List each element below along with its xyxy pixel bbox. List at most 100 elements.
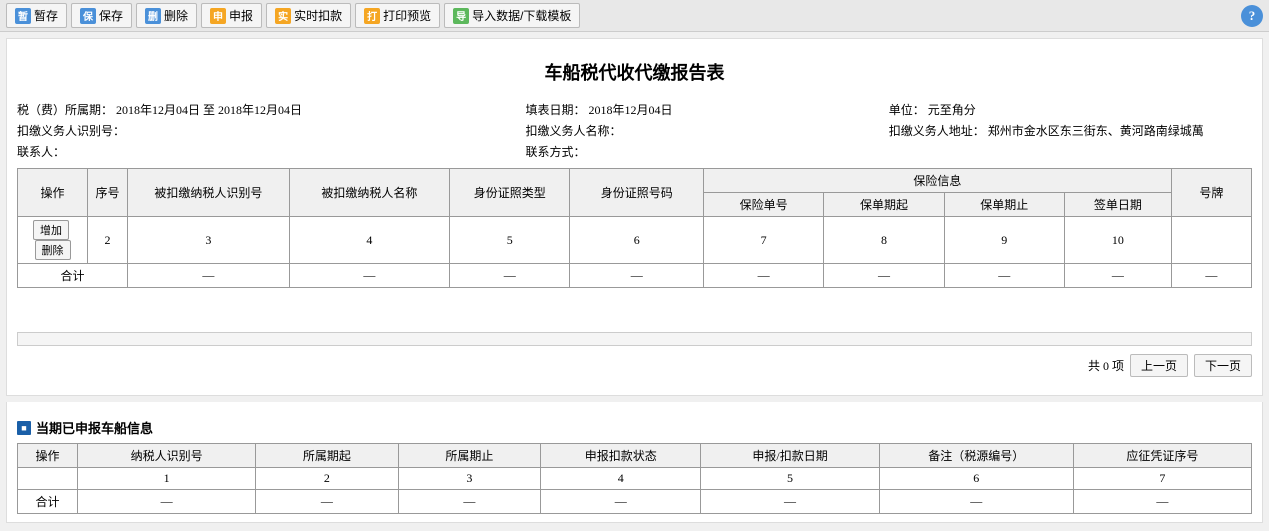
temp-save-label: 暂存: [34, 7, 58, 24]
total-items: 共 0 项: [1088, 357, 1124, 374]
total-d4: —: [570, 264, 704, 288]
main-report: 车船税代收代缴报告表 税（费）所属期： 2018年12月04日 至 2018年1…: [6, 38, 1263, 396]
bottom-th-cert-no: 应征凭证序号: [1073, 444, 1251, 468]
next-page-button[interactable]: 下一页: [1194, 354, 1252, 377]
withholding-address-label: 扣缴义务人地址：: [889, 124, 985, 138]
temp-save-button[interactable]: 暂 暂存: [6, 3, 67, 28]
col-num-9: 10: [1064, 217, 1171, 264]
bottom-col-num-5: 5: [701, 468, 879, 490]
th-insurance-no: 保险单号: [704, 193, 824, 217]
realtime-deduct-button[interactable]: 实 实时扣款: [266, 3, 351, 28]
fill-date-label: 填表日期：: [526, 103, 586, 117]
col-num-4: 5: [450, 217, 570, 264]
total-d7: —: [944, 264, 1064, 288]
th-insurance-info: 保险信息: [704, 169, 1172, 193]
bottom-col-num-2: 2: [256, 468, 399, 490]
main-table-scroll[interactable]: 操作 序号 被扣缴纳税人识别号 被扣缴纳税人名称 身份证照类型 身份证照号码 保…: [17, 168, 1252, 288]
import-download-button[interactable]: 导 导入数据/下载模板: [444, 3, 580, 28]
th-id-type: 身份证照类型: [450, 169, 570, 217]
toolbar: 暂 暂存 保 保存 删 删除 申 申报 实 实时扣款 打 打印预览 导 导入数据…: [0, 0, 1269, 32]
bottom-table: 操作 纳税人识别号 所属期起 所属期止 申报扣款状态 申报/扣款日期 备注（税源…: [17, 443, 1252, 514]
help-button[interactable]: ?: [1241, 5, 1263, 27]
bottom-section: ■ 当期已申报车船信息 操作 纳税人识别号 所属期起 所属期止 申报扣款状态 申…: [6, 402, 1263, 523]
col-num-op: 增加 删除: [18, 217, 88, 264]
declare-button[interactable]: 申 申报: [201, 3, 262, 28]
bottom-total-d2: —: [256, 490, 399, 514]
section-title: 当期已申报车船信息: [36, 418, 153, 437]
declare-icon: 申: [210, 8, 226, 24]
print-preview-icon: 打: [364, 8, 380, 24]
bottom-col-num-1: 1: [78, 468, 256, 490]
unit-label: 单位：: [889, 103, 925, 117]
bottom-th-declare-date: 申报/扣款日期: [701, 444, 879, 468]
bottom-total-d4: —: [541, 490, 701, 514]
delete-button[interactable]: 删 删除: [136, 3, 197, 28]
total-d9: —: [1171, 264, 1251, 288]
total-d6: —: [824, 264, 944, 288]
tax-period-value: 2018年12月04日 至 2018年12月04日: [116, 103, 302, 117]
bottom-th-taxpayer-id: 纳税人识别号: [78, 444, 256, 468]
col-num-2: 3: [128, 217, 290, 264]
col-num-10: [1171, 217, 1251, 264]
save-button[interactable]: 保 保存: [71, 3, 132, 28]
save-icon: 保: [80, 8, 96, 24]
bottom-total-label: 合计: [18, 490, 78, 514]
th-withheld-id: 被扣缴纳税人识别号: [128, 169, 290, 217]
withholding-name-label: 扣缴义务人名称：: [526, 124, 622, 138]
print-preview-button[interactable]: 打 打印预览: [355, 3, 440, 28]
pagination: 共 0 项 上一页 下一页: [17, 354, 1252, 377]
th-id-no: 身份证照号码: [570, 169, 704, 217]
horizontal-scrollbar[interactable]: [17, 332, 1252, 346]
bottom-col-num-op: [18, 468, 78, 490]
total-d3: —: [450, 264, 570, 288]
col-num-5: 6: [570, 217, 704, 264]
withholding-id-label: 扣缴义务人识别号：: [17, 124, 125, 138]
realtime-deduct-label: 实时扣款: [294, 7, 342, 24]
col-num-1: 2: [88, 217, 128, 264]
import-download-icon: 导: [453, 8, 469, 24]
add-row-button[interactable]: 增加: [33, 220, 69, 240]
bottom-total-row: 合计 — — — — — — —: [18, 490, 1252, 514]
th-policy-end: 保单期止: [944, 193, 1064, 217]
col-num-3: 4: [289, 217, 449, 264]
bottom-col-num-4: 4: [541, 468, 701, 490]
realtime-deduct-icon: 实: [275, 8, 291, 24]
tax-period-label: 税（费）所属期：: [17, 103, 113, 117]
bottom-col-num-3: 3: [398, 468, 541, 490]
total-d2: —: [289, 264, 449, 288]
declare-label: 申报: [229, 7, 253, 24]
total-d1: —: [128, 264, 290, 288]
save-label: 保存: [99, 7, 123, 24]
delete-label: 删除: [164, 7, 188, 24]
total-d8: —: [1064, 264, 1171, 288]
total-label: 合计: [18, 264, 128, 288]
bottom-total-d7: —: [1073, 490, 1251, 514]
prev-page-button[interactable]: 上一页: [1130, 354, 1188, 377]
temp-save-icon: 暂: [15, 8, 31, 24]
contact-label: 联系人：: [17, 145, 65, 159]
delete-row-button[interactable]: 删除: [35, 240, 71, 260]
th-plate-no: 号牌: [1171, 169, 1251, 217]
bottom-th-op: 操作: [18, 444, 78, 468]
unit-value: 元至角分: [928, 103, 976, 117]
bottom-total-d6: —: [879, 490, 1073, 514]
main-table: 操作 序号 被扣缴纳税人识别号 被扣缴纳税人名称 身份证照类型 身份证照号码 保…: [17, 168, 1252, 288]
section-header: ■ 当期已申报车船信息: [17, 418, 1252, 437]
col-num-7: 8: [824, 217, 944, 264]
report-title: 车船税代收代缴报告表: [17, 59, 1252, 85]
th-sign-date: 签单日期: [1064, 193, 1171, 217]
th-seq: 序号: [88, 169, 128, 217]
bottom-total-d5: —: [701, 490, 879, 514]
th-withheld-name: 被扣缴纳税人名称: [289, 169, 449, 217]
contact-method-label: 联系方式：: [526, 145, 586, 159]
th-operation: 操作: [18, 169, 88, 217]
section-icon: ■: [17, 421, 31, 435]
bottom-total-d3: —: [398, 490, 541, 514]
bottom-th-declare-status: 申报扣款状态: [541, 444, 701, 468]
bottom-th-period-end: 所属期止: [398, 444, 541, 468]
col-num-8: 9: [944, 217, 1064, 264]
total-row: 合计 — — — — — — — — —: [18, 264, 1252, 288]
col-num-6: 7: [704, 217, 824, 264]
th-policy-start: 保单期起: [824, 193, 944, 217]
fill-date-value: 2018年12月04日: [589, 103, 673, 117]
